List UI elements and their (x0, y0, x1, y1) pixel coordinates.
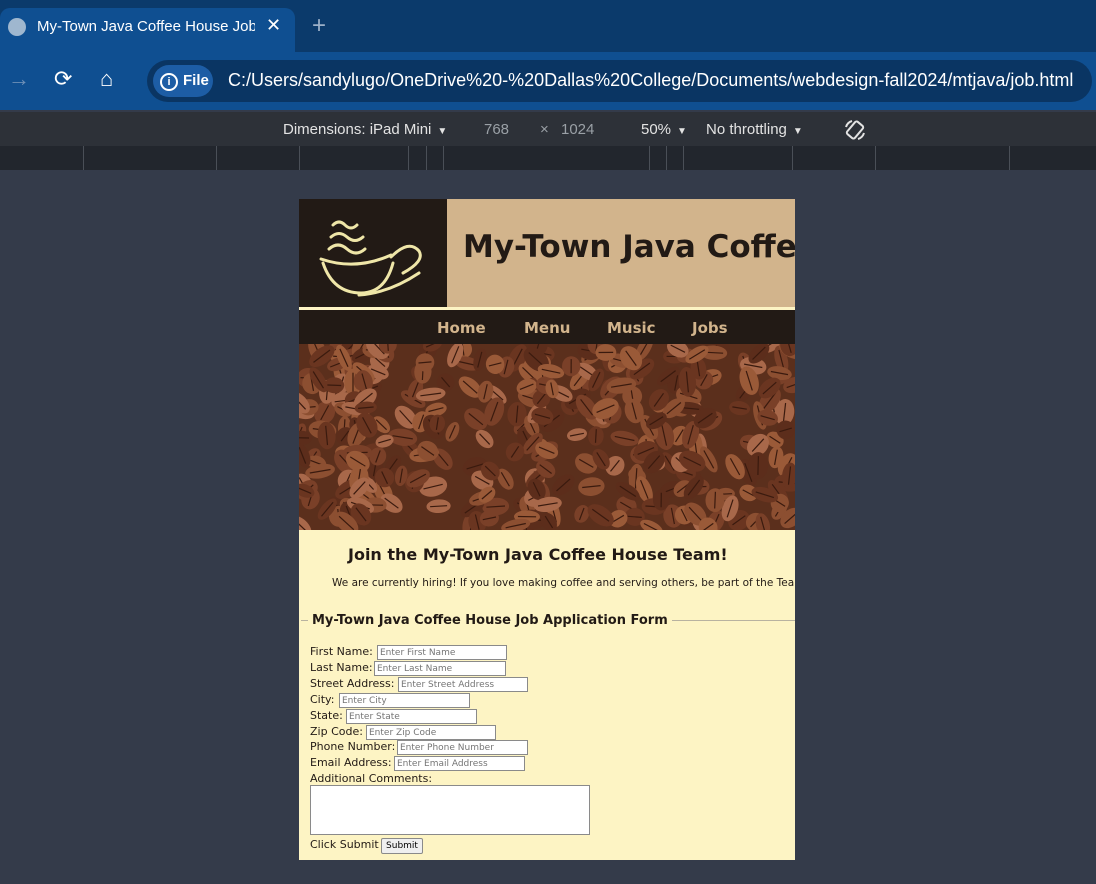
ruler-tick (299, 146, 300, 170)
site-info-chip[interactable]: i File (153, 65, 213, 97)
coffee-beans-image (299, 344, 795, 530)
zoom-label: 50% (641, 121, 672, 138)
zoom-dropdown[interactable]: 50% ▼ (641, 121, 687, 138)
reload-icon[interactable]: ⟳ (54, 66, 72, 92)
form-legend: My-Town Java Coffee House Job Applicatio… (308, 613, 672, 628)
globe-icon (8, 18, 26, 36)
email-address-input[interactable] (394, 756, 525, 771)
first-name-label: First Name: (310, 645, 373, 658)
ruler-tick (216, 146, 217, 170)
last-name-input[interactable] (374, 661, 506, 676)
dimensions-dropdown[interactable]: Dimensions: iPad Mini ▼ (283, 121, 447, 138)
width-field[interactable]: 768 (484, 121, 509, 138)
media-query-ruler[interactable] (0, 146, 1096, 170)
site-title: My-Town Java Coffee House (463, 229, 795, 265)
info-icon: i (160, 73, 178, 91)
zip-code-input[interactable] (366, 725, 496, 740)
ruler-tick (443, 146, 444, 170)
site-nav: Home Menu Music Jobs (299, 310, 795, 344)
city-label: City: (310, 693, 335, 706)
nav-jobs[interactable]: Jobs (692, 319, 728, 337)
ruler-tick (83, 146, 84, 170)
tab-title: My-Town Java Coffee House Jobs (37, 18, 255, 35)
device-toolbar: Dimensions: iPad Mini ▼ 768 × 1024 50% ▼ N… (0, 112, 1096, 146)
throttling-label: No throttling (706, 121, 787, 138)
zip-code-label: Zip Code: (310, 725, 363, 738)
city-input[interactable] (339, 693, 470, 708)
ruler-tick (408, 146, 409, 170)
browser-toolbar: → ⟳ ⌂ i File C:/Users/sandylugo/OneDrive… (0, 52, 1096, 110)
nav-menu[interactable]: Menu (524, 319, 570, 337)
ruler-tick (792, 146, 793, 170)
state-input[interactable] (346, 709, 477, 724)
ruler-tick (875, 146, 876, 170)
forward-icon[interactable]: → (8, 66, 30, 92)
times-icon: × (540, 121, 549, 138)
throttling-dropdown[interactable]: No throttling ▼ (706, 121, 803, 138)
address-bar[interactable]: i File C:/Users/sandylugo/OneDrive%20-%2… (147, 60, 1092, 102)
site-header: My-Town Java Coffee House (299, 199, 795, 310)
submit-prompt: Click Submit (310, 838, 379, 851)
chevron-down-icon: ▼ (437, 126, 448, 137)
email-address-label: Email Address: (310, 756, 392, 769)
phone-number-input[interactable] (397, 740, 528, 755)
ruler-tick (666, 146, 667, 170)
nav-music[interactable]: Music (607, 319, 656, 337)
last-name-label: Last Name: (310, 661, 373, 674)
coffee-cup-logo (299, 199, 447, 307)
url-text[interactable]: C:/Users/sandylugo/OneDrive%20-%20Dallas… (228, 70, 1073, 91)
height-field[interactable]: 1024 (561, 121, 594, 138)
intro-text: We are currently hiring! If you love mak… (332, 577, 795, 589)
ruler-tick (1009, 146, 1010, 170)
comments-textarea[interactable] (310, 785, 590, 835)
new-tab-icon[interactable]: + (312, 12, 326, 40)
home-icon[interactable]: ⌂ (100, 66, 113, 92)
dimensions-label: Dimensions: iPad Mini (283, 121, 432, 138)
nav-home[interactable]: Home (437, 319, 486, 337)
rotate-icon[interactable] (843, 118, 867, 147)
ruler-tick (649, 146, 650, 170)
chevron-down-icon: ▼ (792, 126, 803, 137)
browser-tab[interactable]: My-Town Java Coffee House Jobs ✕ (0, 8, 295, 52)
emulated-page: My-Town Java Coffee House Home Menu Musi… (299, 199, 795, 860)
comments-label: Additional Comments: (310, 772, 433, 785)
ruler-tick (426, 146, 427, 170)
tab-strip: My-Town Java Coffee House Jobs ✕ + (0, 0, 1096, 52)
first-name-input[interactable] (377, 645, 507, 660)
submit-button[interactable]: Submit (381, 838, 423, 854)
chevron-down-icon: ▼ (677, 126, 687, 137)
state-label: State: (310, 709, 343, 722)
close-icon[interactable]: ✕ (266, 15, 281, 36)
site-chip-label: File (183, 72, 209, 89)
phone-number-label: Phone Number: (310, 740, 396, 753)
street-address-input[interactable] (398, 677, 528, 692)
ruler-tick (683, 146, 684, 170)
page-heading: Join the My-Town Java Coffee House Team! (348, 545, 728, 564)
street-address-label: Street Address: (310, 677, 395, 690)
